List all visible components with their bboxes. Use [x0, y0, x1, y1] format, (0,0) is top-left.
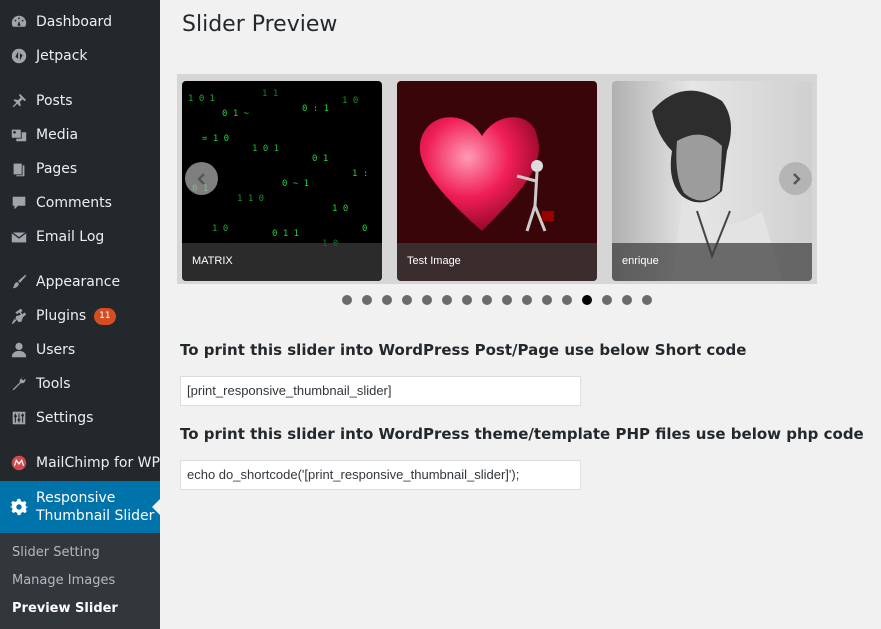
svg-text:= 1 0: = 1 0	[202, 134, 229, 144]
mailchimp-icon	[0, 446, 36, 480]
sidebar-item-label: Comments	[36, 195, 112, 211]
pagination-dot[interactable]	[342, 295, 352, 305]
email-icon	[0, 220, 36, 254]
pages-icon	[0, 152, 36, 186]
php-code-field[interactable]: echo do_shortcode('[print_responsive_thu…	[180, 460, 581, 490]
admin-sidebar: Dashboard Jetpack Posts Media Pages Comm…	[0, 0, 160, 629]
pagination-dot[interactable]	[422, 295, 432, 305]
jetpack-icon	[0, 39, 36, 73]
sidebar-item-dashboard[interactable]: Dashboard	[0, 5, 160, 39]
slider-pagination	[342, 295, 652, 307]
sidebar-item-settings[interactable]: Settings	[0, 401, 160, 435]
sidebar-item-label: Media	[36, 127, 79, 143]
sidebar-item-responsive-thumbnail-slider[interactable]: Responsive Thumbnail Slider	[0, 481, 160, 533]
slide-caption: enrique	[612, 243, 812, 281]
svg-text:1 0 1: 1 0 1	[188, 94, 215, 104]
page-title: Slider Preview	[182, 12, 338, 37]
svg-text:1 0 1: 1 0 1	[252, 144, 279, 154]
pagination-dot[interactable]	[382, 295, 392, 305]
slider-prev-button[interactable]	[185, 162, 218, 195]
sidebar-item-label: Plugins	[36, 308, 87, 324]
main-content: Slider Preview 1 0 1 0 1 ~ 1 1 0 : 1 1 0 = 1…	[160, 0, 881, 629]
comment-icon	[0, 186, 36, 220]
paintbrush-icon	[0, 265, 36, 299]
pagination-dot[interactable]	[442, 295, 452, 305]
sidebar-item-label: Users	[36, 342, 76, 358]
pagination-dot[interactable]	[642, 295, 652, 305]
shortcode-heading: To print this slider into WordPress Post…	[180, 341, 747, 359]
svg-text:0: 0	[362, 224, 367, 234]
sidebar-item-appearance[interactable]: Appearance	[0, 265, 160, 299]
slider-preview: 1 0 10 1 ~1 1 0 : 11 0 = 1 0 1 0 10 11 : …	[177, 74, 817, 284]
slider-submenu: Slider Setting Manage Images Preview Sli…	[0, 533, 160, 629]
pagination-dot[interactable]	[362, 295, 372, 305]
plugins-update-count-badge: 11	[94, 307, 116, 325]
sidebar-item-mailchimp[interactable]: MailChimp for WP	[0, 446, 160, 480]
slider-next-button[interactable]	[779, 162, 812, 195]
user-icon	[0, 333, 36, 367]
svg-text:0 1 1: 0 1 1	[272, 229, 299, 239]
sidebar-item-label: Tools	[36, 376, 71, 392]
slide-test-image[interactable]: Test Image	[397, 81, 597, 281]
sidebar-item-label: Dashboard	[36, 14, 112, 30]
slide-caption: MATRIX	[182, 243, 382, 281]
submenu-item-manage-images[interactable]: Manage Images	[0, 567, 160, 595]
media-icon	[0, 118, 36, 152]
svg-text:0 : 1: 0 : 1	[302, 104, 329, 114]
slide-caption: Test Image	[397, 243, 597, 281]
svg-text:1 1 0: 1 1 0	[237, 194, 264, 204]
svg-text:1 :: 1 :	[352, 169, 368, 179]
sidebar-item-comments[interactable]: Comments	[0, 186, 160, 220]
pagination-dot[interactable]	[482, 295, 492, 305]
svg-text:0 1 ~: 0 1 ~	[222, 109, 250, 119]
sidebar-item-label: Pages	[36, 161, 78, 177]
pagination-dot[interactable]	[542, 295, 552, 305]
sidebar-item-posts[interactable]: Posts	[0, 84, 160, 118]
gear-icon	[0, 490, 36, 524]
svg-text:1 0: 1 0	[212, 224, 228, 234]
sidebar-item-tools[interactable]: Tools	[0, 367, 160, 401]
svg-text:1 1: 1 1	[262, 89, 278, 99]
sidebar-item-label: Posts	[36, 93, 73, 109]
svg-text:0 1: 0 1	[312, 154, 328, 164]
pin-icon	[0, 84, 36, 118]
pagination-dot[interactable]	[562, 295, 572, 305]
svg-text:1 0: 1 0	[342, 96, 358, 106]
sidebar-item-pages[interactable]: Pages	[0, 152, 160, 186]
dashboard-icon	[0, 5, 36, 39]
php-code-heading: To print this slider into WordPress them…	[180, 425, 864, 443]
pagination-dot[interactable]	[602, 295, 612, 305]
plugin-icon	[0, 299, 36, 333]
sidebar-item-label: Email Log	[36, 229, 105, 245]
sidebar-item-jetpack[interactable]: Jetpack	[0, 39, 160, 73]
sidebar-item-label: Settings	[36, 410, 94, 426]
sidebar-item-plugins[interactable]: Plugins 11	[0, 299, 160, 333]
submenu-item-slider-setting[interactable]: Slider Setting	[0, 539, 160, 567]
pagination-dot[interactable]	[582, 295, 592, 305]
sidebar-item-label: Responsive Thumbnail Slider	[36, 490, 155, 524]
current-menu-arrow	[152, 499, 160, 515]
sidebar-item-label: Jetpack	[36, 48, 88, 64]
submenu-item-preview-slider[interactable]: Preview Slider	[0, 595, 160, 623]
svg-text:1 0: 1 0	[332, 204, 348, 214]
svg-text:0 ~ 1: 0 ~ 1	[282, 179, 309, 189]
sidebar-item-media[interactable]: Media	[0, 118, 160, 152]
chevron-right-icon	[792, 172, 801, 185]
pagination-dot[interactable]	[622, 295, 632, 305]
sidebar-item-label: MailChimp for WP	[36, 455, 160, 471]
sidebar-item-label: Appearance	[36, 274, 121, 290]
chevron-left-icon	[196, 172, 205, 185]
pagination-dot[interactable]	[502, 295, 512, 305]
sidebar-item-users[interactable]: Users	[0, 333, 160, 367]
pagination-dot[interactable]	[522, 295, 532, 305]
wrench-icon	[0, 367, 36, 401]
sidebar-item-email-log[interactable]: Email Log	[0, 220, 160, 254]
shortcode-field[interactable]: [print_responsive_thumbnail_slider]	[180, 376, 581, 406]
pagination-dot[interactable]	[402, 295, 412, 305]
pagination-dot[interactable]	[462, 295, 472, 305]
settings-sliders-icon	[0, 401, 36, 435]
